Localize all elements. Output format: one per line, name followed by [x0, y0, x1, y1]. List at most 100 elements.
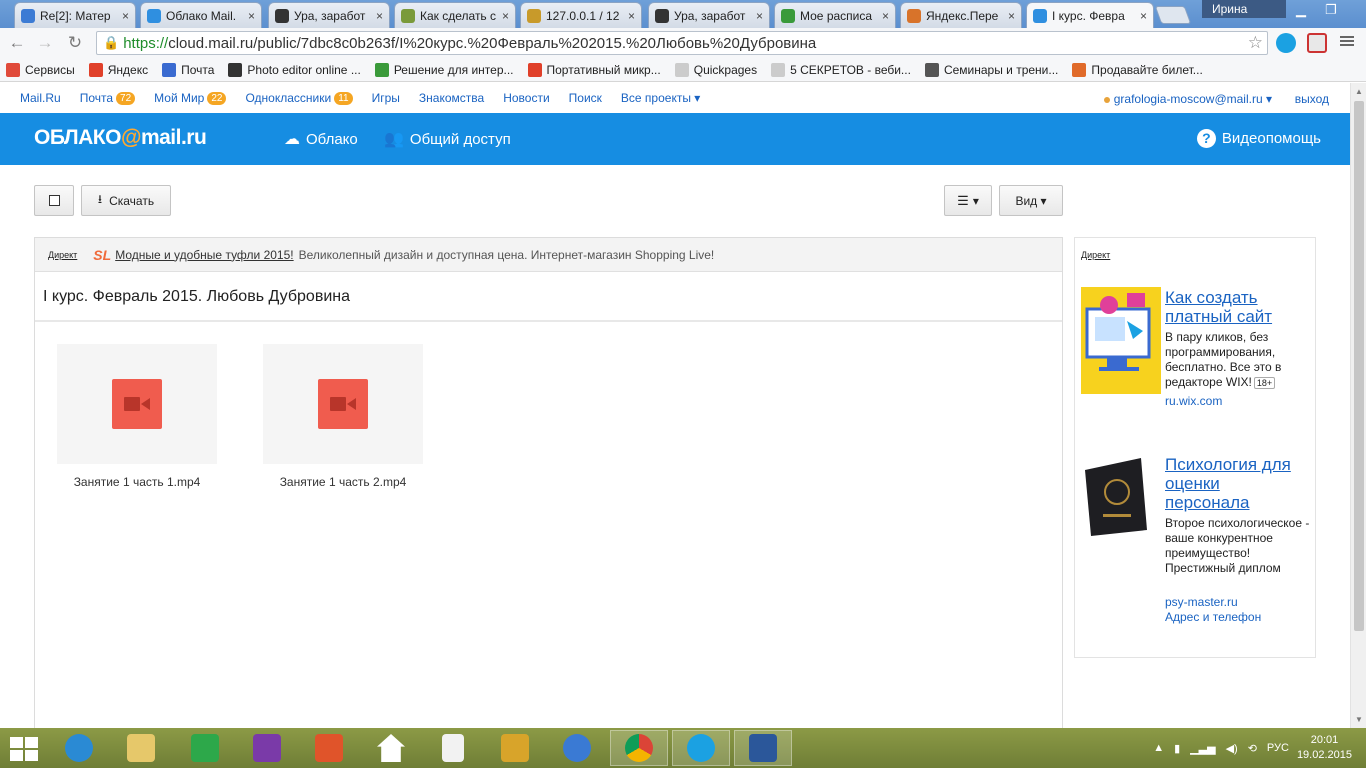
- notes-taskbar-button[interactable]: [486, 730, 544, 766]
- word-taskbar-button[interactable]: [734, 730, 792, 766]
- browser-tab[interactable]: Мое расписа ×: [774, 2, 896, 28]
- bookmark-item[interactable]: 5 СЕКРЕТОВ - веби...: [771, 62, 911, 77]
- wix-ad-title[interactable]: Как создать платный сайт: [1165, 288, 1295, 326]
- file-item[interactable]: Занятие 1 часть 2.mp4: [263, 344, 423, 489]
- skype-taskbar-button[interactable]: [672, 730, 730, 766]
- scroll-thumb[interactable]: [1354, 101, 1364, 631]
- chrome-taskbar-button[interactable]: [610, 730, 668, 766]
- page-scrollbar[interactable]: ▲ ▼: [1350, 83, 1366, 728]
- file-name[interactable]: Занятие 1 часть 2.mp4: [263, 475, 423, 489]
- minimize-button[interactable]: ▁: [1286, 0, 1316, 20]
- portal-link[interactable]: Поиск: [569, 91, 602, 105]
- portal-link[interactable]: Одноклассники 11: [245, 91, 353, 105]
- psy-ad-title[interactable]: Психология для оценки персонала: [1165, 455, 1295, 512]
- bookmark-item[interactable]: Photo editor online ...: [228, 62, 361, 77]
- battery-icon[interactable]: ▮: [1174, 742, 1180, 755]
- maximize-button[interactable]: ❐: [1316, 0, 1346, 20]
- explorer-taskbar-button[interactable]: [112, 730, 170, 766]
- bookmark-item[interactable]: Портативный микр...: [527, 62, 661, 77]
- browser-tab[interactable]: Яндекс.Пере ×: [900, 2, 1022, 28]
- logout-link[interactable]: выход: [1295, 92, 1329, 106]
- cloud-logo[interactable]: ОБЛАКО@mail.ru: [34, 126, 207, 150]
- video-taskbar-button[interactable]: [238, 730, 296, 766]
- browser-tab[interactable]: Ура, заработ ×: [648, 2, 770, 28]
- portal-link[interactable]: Новости: [503, 91, 549, 105]
- ie-taskbar-button[interactable]: [50, 730, 108, 766]
- file-thumbnail[interactable]: [57, 344, 217, 464]
- windows-start-icon[interactable]: [10, 737, 38, 761]
- volume-icon[interactable]: ◀): [1226, 742, 1238, 755]
- side-ad-direct-label[interactable]: Директ: [1081, 250, 1110, 260]
- browser-tab[interactable]: Как сделать с ×: [394, 2, 516, 28]
- diploma-ad-image[interactable]: [1081, 454, 1161, 540]
- download-button[interactable]: ⭳ Скачать: [81, 185, 171, 216]
- bookmark-item[interactable]: Quickpages: [674, 62, 757, 77]
- back-button[interactable]: ←: [6, 32, 28, 54]
- select-all-checkbox[interactable]: [34, 185, 74, 216]
- file-item[interactable]: Занятие 1 часть 1.mp4: [57, 344, 217, 489]
- view-button[interactable]: Вид ▾: [999, 185, 1063, 216]
- new-tab-button[interactable]: [1154, 6, 1192, 24]
- portal-link[interactable]: Все проекты ▾: [621, 91, 700, 105]
- document-taskbar-button[interactable]: [424, 730, 482, 766]
- ad-direct-label[interactable]: Директ: [48, 250, 77, 260]
- bookmark-item[interactable]: Семинары и трени...: [924, 62, 1058, 77]
- file-thumbnail[interactable]: [263, 344, 423, 464]
- browser-tab[interactable]: Облако Mail. ×: [140, 2, 262, 28]
- photos-taskbar-button[interactable]: [300, 730, 358, 766]
- tab-close-icon[interactable]: ×: [1008, 9, 1015, 23]
- tab-close-icon[interactable]: ×: [248, 9, 255, 23]
- browser-tab[interactable]: I курс. Февра ×: [1026, 2, 1154, 28]
- language-indicator[interactable]: РУС: [1267, 742, 1289, 754]
- tab-close-icon[interactable]: ×: [882, 9, 889, 23]
- profile-badge[interactable]: Ирина: [1202, 0, 1286, 18]
- scroll-up-icon[interactable]: ▲: [1355, 87, 1363, 96]
- portal-link[interactable]: Знакомства: [419, 91, 484, 105]
- bookmark-item[interactable]: Почта: [162, 62, 214, 77]
- tray-chevron-icon[interactable]: ▲: [1153, 742, 1164, 754]
- audio-taskbar-button[interactable]: [548, 730, 606, 766]
- browser-tab[interactable]: Ура, заработ ×: [268, 2, 390, 28]
- video-help-link[interactable]: ? Видеопомощь: [1196, 129, 1321, 148]
- tab-close-icon[interactable]: ×: [1140, 9, 1147, 23]
- wix-ad-domain[interactable]: ru.wix.com: [1165, 394, 1222, 408]
- tab-close-icon[interactable]: ×: [122, 9, 129, 23]
- nav-cloud[interactable]: ☁ Облако: [284, 129, 358, 149]
- forward-button[interactable]: →: [34, 32, 56, 54]
- menu-icon[interactable]: [1340, 34, 1354, 48]
- reload-button[interactable]: ↻: [64, 32, 86, 54]
- signal-icon[interactable]: ▁▃▅: [1190, 742, 1215, 755]
- store-taskbar-button[interactable]: [176, 730, 234, 766]
- file-name[interactable]: Занятие 1 часть 1.mp4: [57, 475, 217, 489]
- portal-link[interactable]: Мой Мир 22: [154, 91, 227, 105]
- psy-ad-contacts[interactable]: Адрес и телефон: [1165, 610, 1261, 624]
- network-icon[interactable]: ⟲: [1248, 742, 1257, 755]
- address-bar[interactable]: 🔒 https://cloud.mail.ru/public/7dbc8c0b2…: [96, 31, 1268, 55]
- portal-link[interactable]: Игры: [372, 91, 400, 105]
- ad-link[interactable]: Модные и удобные туфли 2015!: [115, 248, 293, 262]
- bookmark-item[interactable]: Сервисы: [6, 62, 75, 77]
- portal-link[interactable]: Mail.Ru: [20, 91, 61, 105]
- extension-icon[interactable]: [1307, 33, 1327, 53]
- account-menu[interactable]: grafologia-moscow@mail.ru ▾: [1103, 92, 1272, 106]
- bookmark-icon: [374, 62, 389, 77]
- tab-close-icon[interactable]: ×: [376, 9, 383, 23]
- bookmark-item[interactable]: Яндекс: [88, 62, 148, 77]
- wix-ad-image[interactable]: [1081, 287, 1161, 394]
- bookmark-item[interactable]: Продавайте билет...: [1072, 62, 1203, 77]
- sort-button[interactable]: ☰ ▾: [944, 185, 992, 216]
- tab-close-icon[interactable]: ×: [756, 9, 763, 23]
- portal-link[interactable]: Почта 72: [80, 91, 136, 105]
- psy-ad-domain[interactable]: psy-master.ru: [1165, 595, 1238, 609]
- bookmark-star-icon[interactable]: ☆: [1248, 33, 1263, 53]
- bookmark-item[interactable]: Решение для интер...: [374, 62, 514, 77]
- browser-tab[interactable]: Re[2]: Матер ×: [14, 2, 136, 28]
- tab-close-icon[interactable]: ×: [502, 9, 509, 23]
- clock[interactable]: 20:01 19.02.2015: [1297, 733, 1352, 763]
- skype-extension-icon[interactable]: [1276, 33, 1296, 53]
- browser-tab[interactable]: 127.0.0.1 / 12 ×: [520, 2, 642, 28]
- nav-shared[interactable]: 👥 Общий доступ: [384, 129, 511, 149]
- home-taskbar-button[interactable]: [362, 730, 420, 766]
- tab-close-icon[interactable]: ×: [628, 9, 635, 23]
- scroll-down-icon[interactable]: ▼: [1355, 715, 1363, 724]
